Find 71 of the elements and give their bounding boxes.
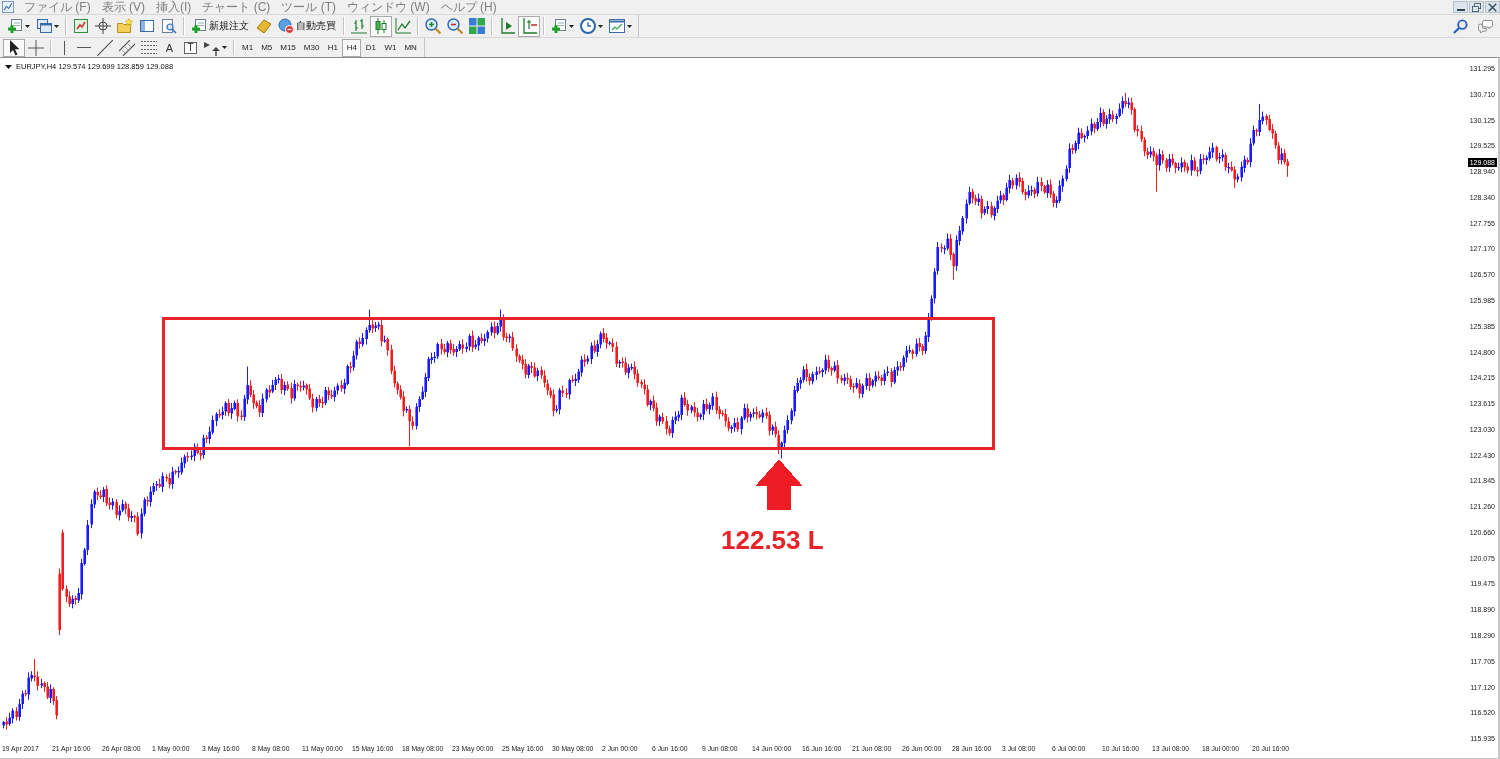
tile-windows-button[interactable]: [466, 15, 488, 37]
search-icon: [1453, 18, 1468, 34]
chart-window-icon: [73, 18, 89, 34]
ingot-icon: [256, 18, 272, 34]
diagonal-line-icon: [97, 39, 113, 56]
menu-item[interactable]: ファイル (F): [20, 0, 95, 14]
menu-item[interactable]: チャート (C): [198, 0, 275, 14]
close-icon: [1488, 2, 1497, 12]
periods-button[interactable]: [577, 15, 606, 37]
timeframe-button[interactable]: H4: [342, 38, 362, 57]
chart-window-icon: [609, 18, 625, 34]
document-plus-icon: [551, 18, 567, 34]
chart-shift-icon: [499, 18, 515, 34]
timeframe-button[interactable]: M1: [238, 38, 258, 57]
line-chart-icon: [395, 18, 411, 34]
document-magnifier-icon: [161, 18, 177, 34]
menu-item[interactable]: ウィンドウ (W): [343, 0, 434, 14]
menu-item[interactable]: 挿入(I): [152, 0, 196, 14]
crosshair-circle-icon: [95, 18, 111, 34]
minimize-button[interactable]: [1453, 1, 1468, 13]
trend-line-button[interactable]: [94, 38, 116, 57]
vertical-line-icon: [63, 40, 66, 55]
restore-icon: [1472, 2, 1481, 12]
folder-star-icon: [117, 18, 133, 34]
ohlc-bars-icon: [351, 18, 367, 34]
document-plus-icon: [7, 18, 23, 34]
app-logo-icon: [2, 1, 14, 13]
horizontal-line-icon: [77, 46, 91, 49]
zoom-out-icon: [447, 18, 463, 34]
zoom-in-icon: [425, 18, 441, 34]
timeframe-button[interactable]: M30: [299, 38, 324, 57]
crosshair-icon: [28, 39, 44, 56]
candlestick-icon: [373, 18, 389, 34]
zoom-in-button[interactable]: [422, 15, 444, 37]
menu-item[interactable]: 表示 (V): [97, 0, 149, 14]
minimize-icon: [1456, 8, 1465, 11]
window-panel-icon: [139, 18, 155, 34]
menu-item[interactable]: ツール (T): [277, 0, 340, 14]
four-squares-icon: [469, 18, 485, 34]
timeframe-button[interactable]: W1: [380, 38, 401, 57]
clock-icon: [580, 18, 596, 34]
dashed-levels-icon: [141, 39, 157, 56]
caret-icon[interactable]: [5, 64, 12, 69]
cursor-button[interactable]: [3, 38, 25, 57]
stacked-windows-icon: [36, 18, 52, 34]
close-button[interactable]: [1485, 1, 1500, 13]
auto-scroll-button[interactable]: [518, 15, 540, 37]
text-label-button[interactable]: T: [184, 41, 197, 54]
timeframe-button[interactable]: M5: [257, 38, 277, 57]
price-annotation: 122.53 L: [721, 526, 824, 554]
up-arrow-icon: [755, 459, 803, 511]
menu-item[interactable]: ヘルプ (H): [436, 0, 501, 14]
line-chart-button[interactable]: [392, 15, 414, 37]
candlestick-chart-button[interactable]: [370, 15, 392, 37]
text-tool-button[interactable]: A: [160, 38, 180, 57]
document-plus-icon: [191, 18, 207, 34]
timeframe-button[interactable]: D1: [361, 38, 381, 57]
auto-trading-button[interactable]: 自動売買: [275, 15, 340, 37]
timeframe-button[interactable]: M15: [276, 38, 300, 57]
auto-scroll-icon: [521, 18, 537, 34]
fibonacci-button[interactable]: [138, 38, 160, 57]
equidistant-channel-button[interactable]: [116, 38, 138, 57]
data-window-button[interactable]: [92, 15, 114, 37]
zoom-out-button[interactable]: [444, 15, 466, 37]
new-order-button[interactable]: 新規注文: [188, 15, 253, 37]
restore-button[interactable]: [1469, 1, 1484, 13]
arrow-marks-icon: [204, 39, 220, 56]
timeframe-button[interactable]: H1: [323, 38, 343, 57]
speech-bubbles-icon: [1478, 18, 1493, 34]
timeframe-button[interactable]: MN: [400, 38, 421, 57]
circle-stop-icon: [278, 18, 294, 34]
